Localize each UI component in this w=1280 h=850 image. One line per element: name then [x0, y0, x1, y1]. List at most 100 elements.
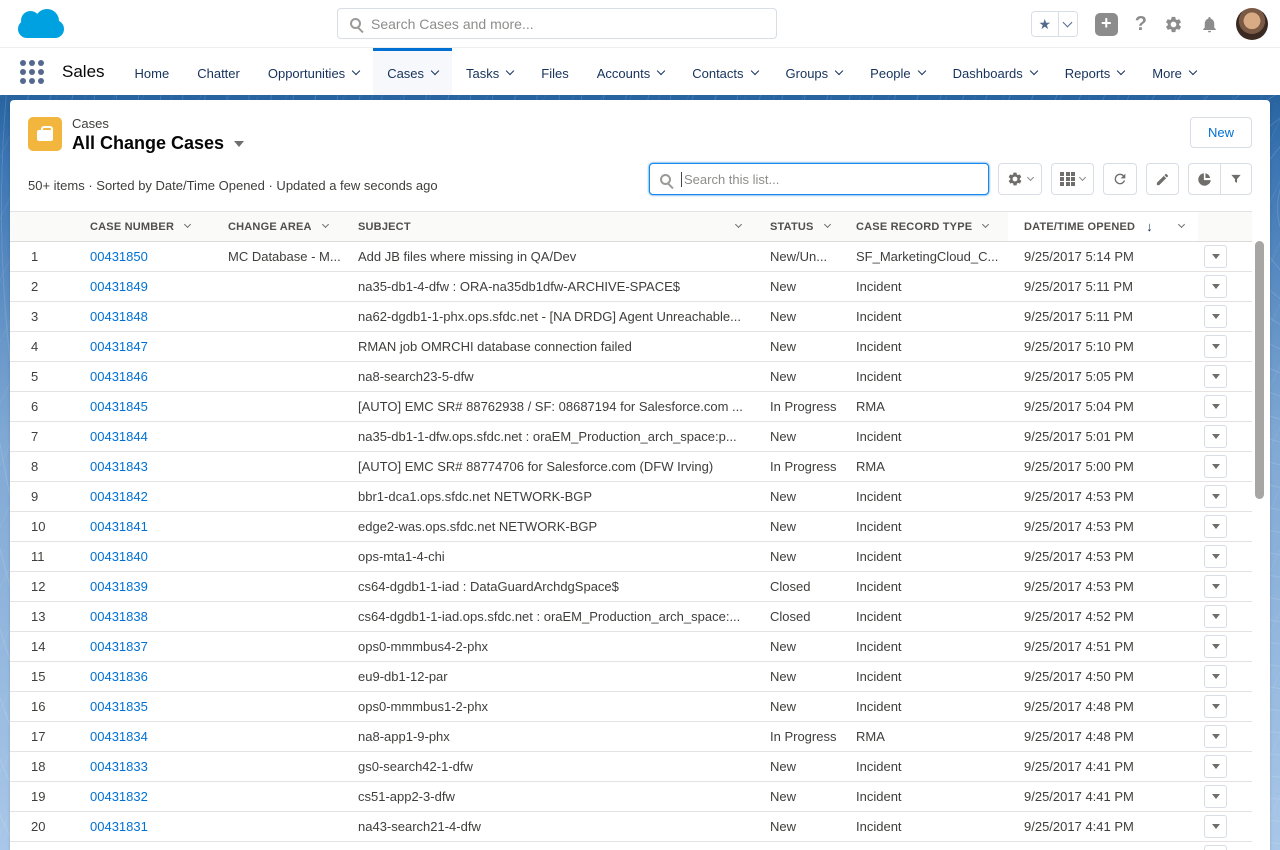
- tab-cases[interactable]: Cases: [373, 48, 452, 95]
- status-cell: New: [755, 302, 848, 331]
- notifications-bell-icon[interactable]: [1200, 15, 1219, 34]
- row-actions-button[interactable]: [1204, 275, 1227, 298]
- global-search-box[interactable]: [337, 8, 777, 39]
- row-actions-button[interactable]: [1204, 635, 1227, 658]
- row-actions-button[interactable]: [1204, 545, 1227, 568]
- row-actions-button[interactable]: [1204, 515, 1227, 538]
- column-header-date-time-opened[interactable]: DATE/TIME OPENED: [1008, 212, 1198, 241]
- row-number: 11: [10, 542, 70, 571]
- case-number-link[interactable]: 00431832: [90, 789, 148, 804]
- tab-opportunities[interactable]: Opportunities: [254, 48, 373, 95]
- record-type-cell: Incident: [848, 782, 1008, 811]
- chevron-down-icon: [1212, 824, 1220, 829]
- row-actions-button[interactable]: [1204, 365, 1227, 388]
- case-number-link[interactable]: 00431846: [90, 369, 148, 384]
- tab-files[interactable]: Files: [527, 48, 582, 95]
- case-number-link[interactable]: 00431848: [90, 309, 148, 324]
- row-actions-button[interactable]: [1204, 695, 1227, 718]
- case-number-link[interactable]: 00431833: [90, 759, 148, 774]
- tab-more[interactable]: More: [1138, 48, 1210, 95]
- case-number-link[interactable]: 00431831: [90, 819, 148, 834]
- setup-gear-icon[interactable]: [1164, 15, 1183, 34]
- favorites-star-icon[interactable]: ★: [1032, 12, 1059, 36]
- favorites-dropdown-icon[interactable]: [1059, 12, 1077, 36]
- global-search-input[interactable]: [371, 16, 764, 32]
- row-actions-button[interactable]: [1204, 725, 1227, 748]
- column-header-case-number[interactable]: CASE NUMBER: [70, 212, 215, 241]
- case-number-link[interactable]: 00431842: [90, 489, 148, 504]
- column-header-subject[interactable]: SUBJECT: [345, 212, 755, 241]
- sort-descending-icon: [1146, 219, 1153, 234]
- row-actions-button[interactable]: [1204, 755, 1227, 778]
- entity-label: Cases: [72, 117, 1190, 131]
- refresh-button[interactable]: [1103, 163, 1137, 195]
- edit-pencil-button[interactable]: [1146, 163, 1179, 195]
- tab-contacts[interactable]: Contacts: [678, 48, 771, 95]
- tab-chatter[interactable]: Chatter: [183, 48, 254, 95]
- list-search-box[interactable]: [649, 163, 989, 195]
- row-actions-button[interactable]: [1204, 425, 1227, 448]
- row-number: 14: [10, 632, 70, 661]
- row-actions-button[interactable]: [1204, 305, 1227, 328]
- row-actions-button[interactable]: [1204, 605, 1227, 628]
- case-number-link[interactable]: 00431834: [90, 729, 148, 744]
- user-avatar[interactable]: [1236, 8, 1268, 40]
- tab-tasks[interactable]: Tasks: [452, 48, 527, 95]
- case-number-link[interactable]: 00431839: [90, 579, 148, 594]
- column-header-case-record-type[interactable]: CASE RECORD TYPE: [848, 212, 1008, 241]
- row-actions-button[interactable]: [1204, 815, 1227, 838]
- charts-button[interactable]: [1188, 163, 1220, 195]
- list-view-dropdown-icon[interactable]: [234, 141, 244, 147]
- case-number-link[interactable]: 00431845: [90, 399, 148, 414]
- subject-cell: na35-db1-1-dfw.ops.sfdc.net : oraEM_Prod…: [345, 422, 755, 451]
- case-number-link[interactable]: 00431836: [90, 669, 148, 684]
- row-actions-button[interactable]: [1204, 575, 1227, 598]
- column-header-status[interactable]: STATUS: [755, 212, 848, 241]
- row-actions-button[interactable]: [1204, 485, 1227, 508]
- change-area-cell: [215, 572, 345, 601]
- row-actions-button[interactable]: [1204, 665, 1227, 688]
- row-actions-button[interactable]: [1204, 245, 1227, 268]
- case-number-link[interactable]: 00431849: [90, 279, 148, 294]
- change-area-cell: [215, 662, 345, 691]
- case-number-link[interactable]: 00431847: [90, 339, 148, 354]
- subject-cell: gs0-search42-1-dfw: [345, 752, 755, 781]
- row-actions-button[interactable]: [1204, 785, 1227, 808]
- tab-groups[interactable]: Groups: [772, 48, 857, 95]
- case-number-link[interactable]: 00431835: [90, 699, 148, 714]
- case-number-link[interactable]: 00431838: [90, 609, 148, 624]
- filter-button[interactable]: [1220, 163, 1252, 195]
- tab-dashboards[interactable]: Dashboards: [939, 48, 1051, 95]
- case-number-link[interactable]: 00431840: [90, 549, 148, 564]
- table-icon: [1060, 172, 1075, 186]
- case-number-link[interactable]: 00431844: [90, 429, 148, 444]
- case-number-link[interactable]: 00431837: [90, 639, 148, 654]
- tab-accounts[interactable]: Accounts: [583, 48, 678, 95]
- new-button[interactable]: New: [1190, 117, 1252, 148]
- display-as-button[interactable]: [1051, 163, 1094, 195]
- row-number: 21: [10, 842, 70, 850]
- table-scrollbar-thumb[interactable]: [1255, 241, 1264, 499]
- list-view-controls-button[interactable]: [998, 163, 1042, 195]
- row-actions-button[interactable]: [1204, 455, 1227, 478]
- table-row: 20 00431831 na43-search21-4-dfw New Inci…: [10, 812, 1252, 842]
- column-header-change-area[interactable]: CHANGE AREA: [215, 212, 345, 241]
- case-number-link[interactable]: 00431843: [90, 459, 148, 474]
- date-opened-cell: 9/25/2017 5:14 PM: [1008, 242, 1198, 271]
- case-number-link[interactable]: 00431850: [90, 249, 148, 264]
- tab-people[interactable]: People: [856, 48, 938, 95]
- date-opened-cell: 9/25/2017 5:00 PM: [1008, 452, 1198, 481]
- tab-home[interactable]: Home: [121, 48, 184, 95]
- table-row: 8 00431843 [AUTO] EMC SR# 88774706 for S…: [10, 452, 1252, 482]
- record-type-cell: Incident: [848, 542, 1008, 571]
- case-number-link[interactable]: 00431841: [90, 519, 148, 534]
- list-search-input[interactable]: [684, 172, 978, 187]
- tab-reports[interactable]: Reports: [1051, 48, 1139, 95]
- help-icon[interactable]: ?: [1135, 13, 1147, 36]
- row-actions-button[interactable]: [1204, 335, 1227, 358]
- global-add-icon[interactable]: +: [1095, 13, 1118, 36]
- row-actions-button[interactable]: [1204, 395, 1227, 418]
- app-launcher-icon[interactable]: [20, 60, 44, 84]
- row-actions-button[interactable]: [1204, 845, 1227, 850]
- record-type-cell: Incident: [848, 302, 1008, 331]
